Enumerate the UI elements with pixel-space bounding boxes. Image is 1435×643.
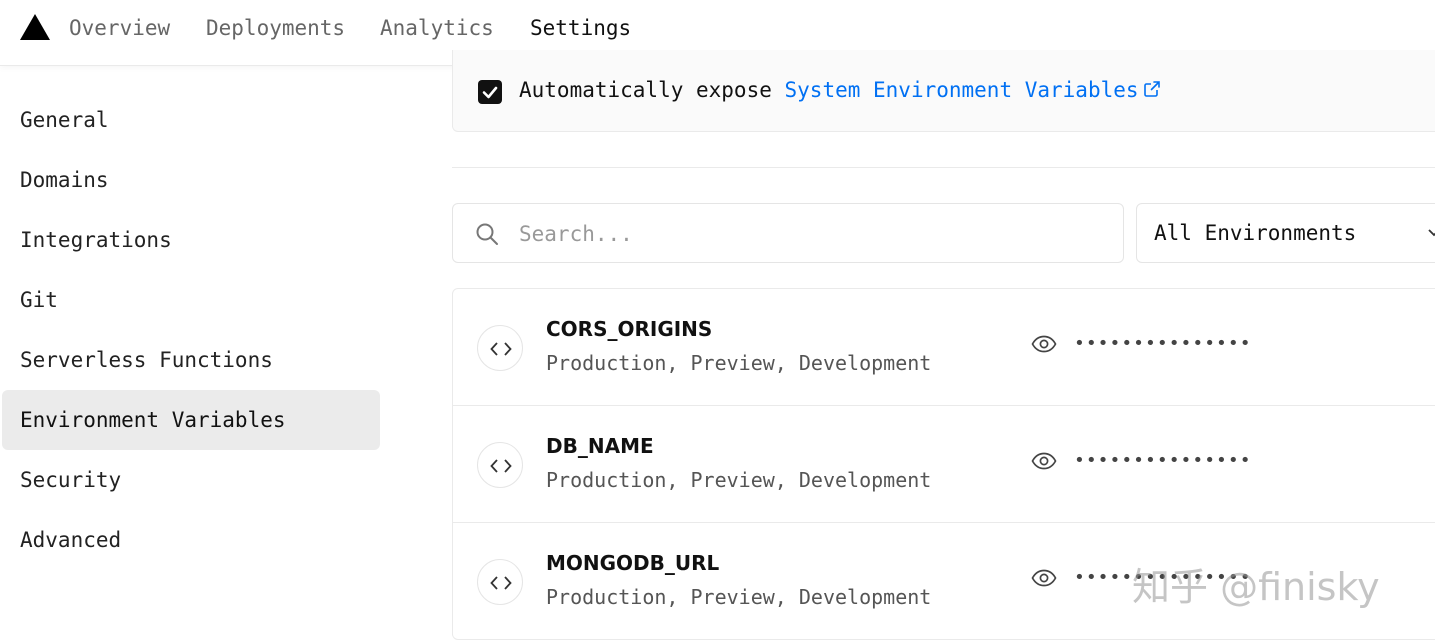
env-variable-environments: Production, Preview, Development <box>546 468 932 492</box>
system-env-vars-link[interactable]: System Environment Variables <box>785 78 1139 102</box>
eye-icon[interactable] <box>1031 569 1057 587</box>
code-icon <box>477 559 523 605</box>
expose-label: Automatically expose System Environment … <box>519 78 1161 102</box>
environment-filter-select[interactable]: All Environments <box>1136 203 1435 263</box>
external-link-icon[interactable] <box>1143 80 1161 98</box>
env-variable-masked-value: ••••••••••••••• <box>1074 567 1252 588</box>
env-variable-name: DB_NAME <box>546 434 654 458</box>
sidebar-item-environment-variables[interactable]: Environment Variables <box>2 390 380 450</box>
search-box[interactable] <box>452 203 1124 263</box>
env-variable-row[interactable]: DB_NAME Production, Preview, Development… <box>453 406 1435 523</box>
search-input[interactable] <box>519 214 1099 254</box>
eye-icon[interactable] <box>1031 335 1057 353</box>
tab-deployments[interactable]: Deployments <box>206 0 345 66</box>
environment-filter-value: All Environments <box>1154 221 1357 245</box>
env-variable-name: MONGODB_URL <box>546 551 720 575</box>
env-variable-row[interactable]: MONGODB_URL Production, Preview, Develop… <box>453 523 1435 639</box>
expose-label-prefix: Automatically expose <box>519 78 785 102</box>
sidebar-item-domains[interactable]: Domains <box>2 150 380 210</box>
env-variable-environments: Production, Preview, Development <box>546 351 932 375</box>
logo-triangle-icon[interactable] <box>20 14 50 40</box>
env-variable-environments: Production, Preview, Development <box>546 585 932 609</box>
chevron-down-icon <box>1428 229 1435 237</box>
tab-overview[interactable]: Overview <box>69 0 170 66</box>
search-icon <box>476 223 498 245</box>
sidebar-item-integrations[interactable]: Integrations <box>2 210 380 270</box>
env-variable-row[interactable]: CORS_ORIGINS Production, Preview, Develo… <box>453 289 1435 406</box>
sidebar-item-serverless-functions[interactable]: Serverless Functions <box>2 330 380 390</box>
sidebar-item-security[interactable]: Security <box>2 450 380 510</box>
sidebar-item-general[interactable]: General <box>2 90 380 150</box>
section-divider <box>452 167 1435 168</box>
env-variable-masked-value: ••••••••••••••• <box>1074 450 1252 471</box>
expose-system-env-card: Automatically expose System Environment … <box>452 50 1435 132</box>
checkmark-icon <box>482 86 498 99</box>
env-variable-list: CORS_ORIGINS Production, Preview, Develo… <box>452 288 1435 640</box>
sidebar-item-git[interactable]: Git <box>2 270 380 330</box>
code-icon <box>477 442 523 488</box>
sidebar-item-advanced[interactable]: Advanced <box>2 510 380 570</box>
code-icon <box>477 325 523 371</box>
expose-checkbox[interactable] <box>478 80 502 104</box>
env-variable-masked-value: ••••••••••••••• <box>1074 333 1252 354</box>
env-variable-name: CORS_ORIGINS <box>546 317 713 341</box>
eye-icon[interactable] <box>1031 452 1057 470</box>
